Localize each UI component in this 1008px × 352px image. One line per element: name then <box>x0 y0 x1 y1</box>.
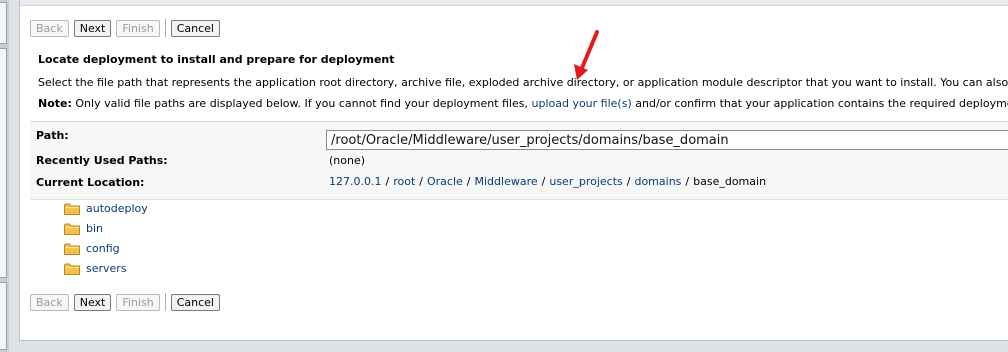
recent-paths-value: (none) <box>329 154 366 167</box>
next-button[interactable]: Next <box>73 293 112 311</box>
folder-item[interactable]: autodeploy <box>64 202 148 215</box>
breadcrumb-current: base_domain <box>693 175 767 188</box>
breadcrumb-link[interactable]: Middleware <box>475 175 538 188</box>
left-tab[interactable] <box>0 2 7 44</box>
note-text-after: and/or confirm that your application con… <box>635 97 1008 110</box>
deployment-panel: Back Next Finish Cancel Locate deploymen… <box>19 0 1008 341</box>
description-text: Select the file path that represents the… <box>38 76 1008 89</box>
breadcrumb-separator: / <box>385 175 390 188</box>
breadcrumb-separator: / <box>626 175 631 188</box>
current-location-label: Current Location: <box>36 176 145 189</box>
annotation-arrow-icon <box>574 30 599 80</box>
breadcrumb-link[interactable]: 127.0.0.1 <box>329 175 381 188</box>
folder-link[interactable]: servers <box>86 262 127 275</box>
finish-button[interactable]: Finish <box>116 293 160 311</box>
note-text-before: Only valid file paths are displayed belo… <box>71 97 532 110</box>
path-label: Path: <box>36 129 69 142</box>
folder-link[interactable]: autodeploy <box>86 202 148 215</box>
top-button-bar: Back Next Finish Cancel <box>30 19 225 37</box>
path-form: Path: Recently Used Paths: (none) Curren… <box>30 121 1008 200</box>
page-title: Locate deployment to install and prepare… <box>38 53 395 66</box>
left-tab[interactable] <box>0 282 7 350</box>
folder-item[interactable]: config <box>64 242 120 255</box>
recent-paths-label: Recently Used Paths: <box>36 154 168 167</box>
back-button[interactable]: Back <box>30 293 69 311</box>
breadcrumb-link[interactable]: Oracle <box>427 175 463 188</box>
breadcrumb-separator: / <box>541 175 546 188</box>
finish-button[interactable]: Finish <box>116 19 160 37</box>
breadcrumb-link[interactable]: root <box>393 175 415 188</box>
note-text: Note: Only valid file paths are displaye… <box>38 97 1008 110</box>
folder-item[interactable]: servers <box>64 262 127 275</box>
breadcrumb: 127.0.0.1/root / Oracle / Middleware / user_pr… <box>329 175 766 188</box>
cancel-button[interactable]: Cancel <box>170 19 220 37</box>
next-button[interactable]: Next <box>73 19 112 37</box>
folder-link[interactable]: bin <box>86 222 103 235</box>
folder-icon <box>64 223 80 235</box>
button-separator <box>164 19 166 37</box>
panel-top-bar <box>20 0 1008 6</box>
button-separator <box>164 293 166 311</box>
cancel-button[interactable]: Cancel <box>170 293 220 311</box>
folder-item[interactable]: bin <box>64 222 103 235</box>
breadcrumb-link[interactable]: domains <box>634 175 681 188</box>
back-button[interactable]: Back <box>30 19 69 37</box>
folder-icon <box>64 263 80 275</box>
breadcrumb-separator: / <box>419 175 423 188</box>
breadcrumb-separator: / <box>685 175 690 188</box>
path-input[interactable] <box>326 130 1008 150</box>
breadcrumb-link[interactable]: user_projects <box>549 175 622 188</box>
folder-icon <box>64 243 80 255</box>
left-tab[interactable] <box>0 48 7 278</box>
folder-icon <box>64 203 80 215</box>
note-label: Note: <box>38 97 72 110</box>
breadcrumb-separator: / <box>466 175 471 188</box>
bottom-button-bar: Back Next Finish Cancel <box>30 293 225 311</box>
upload-files-link[interactable]: upload your file(s) <box>531 97 631 110</box>
folder-link[interactable]: config <box>86 242 120 255</box>
